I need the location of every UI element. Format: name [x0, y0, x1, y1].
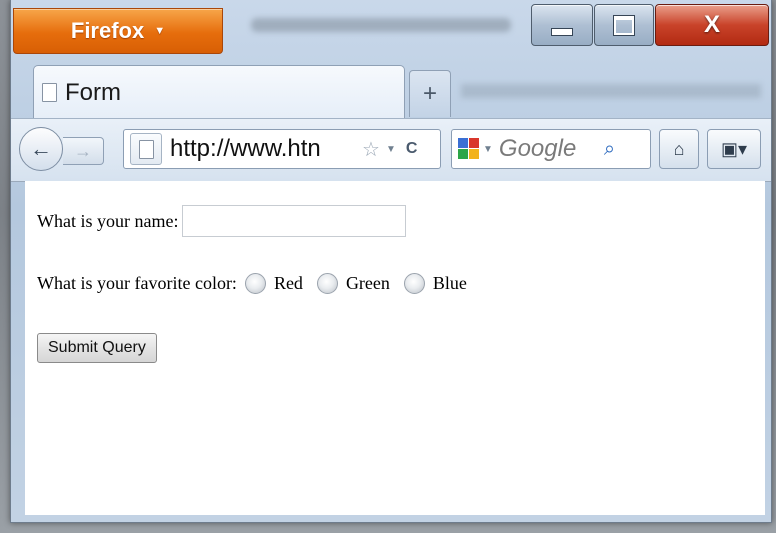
back-arrow-icon: ← [30, 136, 52, 161]
bookmarks-icon: ▣▾ [720, 138, 748, 159]
firefox-menu-label: Firefox [70, 18, 145, 43]
search-placeholder[interactable]: Google [499, 135, 604, 163]
forward-button[interactable]: → [63, 137, 104, 165]
color-label: What is your favorite color: [37, 273, 237, 293]
bookmarks-button[interactable]: ▣▾ [707, 129, 761, 169]
name-row: What is your name: [37, 205, 407, 237]
chevron-down-icon: ▼ [154, 25, 166, 37]
name-label: What is your name: [37, 210, 179, 231]
maximize-icon [613, 14, 635, 36]
navigation-toolbar: ← → http://www.htn ☆ ▼ C ▼ Google ⌕ ⌂ ▣▾ [11, 118, 771, 182]
tab-form[interactable]: Form [33, 65, 405, 119]
forward-arrow-icon: → [74, 140, 92, 161]
plus-icon: + [422, 80, 437, 107]
minimize-icon [551, 28, 573, 36]
new-tab-button[interactable]: + [409, 70, 451, 117]
site-identity-button[interactable] [130, 133, 162, 165]
close-icon: X [703, 11, 720, 38]
close-button[interactable]: X [655, 4, 769, 46]
radio-red[interactable] [244, 273, 266, 294]
name-input[interactable] [182, 205, 407, 237]
page-icon [138, 139, 154, 159]
tabstrip-blurred [461, 84, 761, 98]
page-icon [42, 83, 57, 102]
home-icon: ⌂ [673, 138, 685, 159]
reload-icon[interactable]: C [406, 140, 418, 158]
back-button[interactable]: ← [19, 127, 63, 171]
window-title-blurred [251, 18, 511, 32]
color-row: What is your favorite color: Red Green B… [37, 273, 473, 294]
radio-red-label: Red [273, 273, 303, 293]
radio-blue-label: Blue [432, 273, 467, 293]
firefox-menu-button[interactable]: Firefox ▼ [13, 8, 223, 54]
minimize-button[interactable] [531, 4, 593, 46]
history-dropdown-icon[interactable]: ▼ [386, 144, 396, 155]
submit-row: Submit Query [37, 333, 157, 363]
home-button[interactable]: ⌂ [659, 129, 699, 169]
url-bar[interactable]: http://www.htn ☆ ▼ C [123, 129, 441, 169]
tab-label: Form [65, 78, 121, 106]
submit-button[interactable]: Submit Query [37, 333, 157, 363]
browser-window: Firefox ▼ X Form + ← → http://www.htn ☆ … [10, 0, 772, 523]
search-engine-dropdown-icon[interactable]: ▼ [483, 144, 493, 155]
radio-green-label: Green [345, 273, 390, 293]
search-bar[interactable]: ▼ Google ⌕ [451, 129, 651, 169]
radio-blue[interactable] [403, 273, 425, 294]
search-icon[interactable]: ⌕ [604, 138, 615, 161]
google-icon[interactable] [458, 138, 480, 160]
maximize-button[interactable] [594, 4, 654, 46]
page-content: What is your name: What is your favorite… [25, 181, 765, 515]
star-icon[interactable]: ☆ [362, 137, 380, 162]
radio-green[interactable] [316, 273, 338, 294]
url-text[interactable]: http://www.htn [170, 135, 360, 163]
